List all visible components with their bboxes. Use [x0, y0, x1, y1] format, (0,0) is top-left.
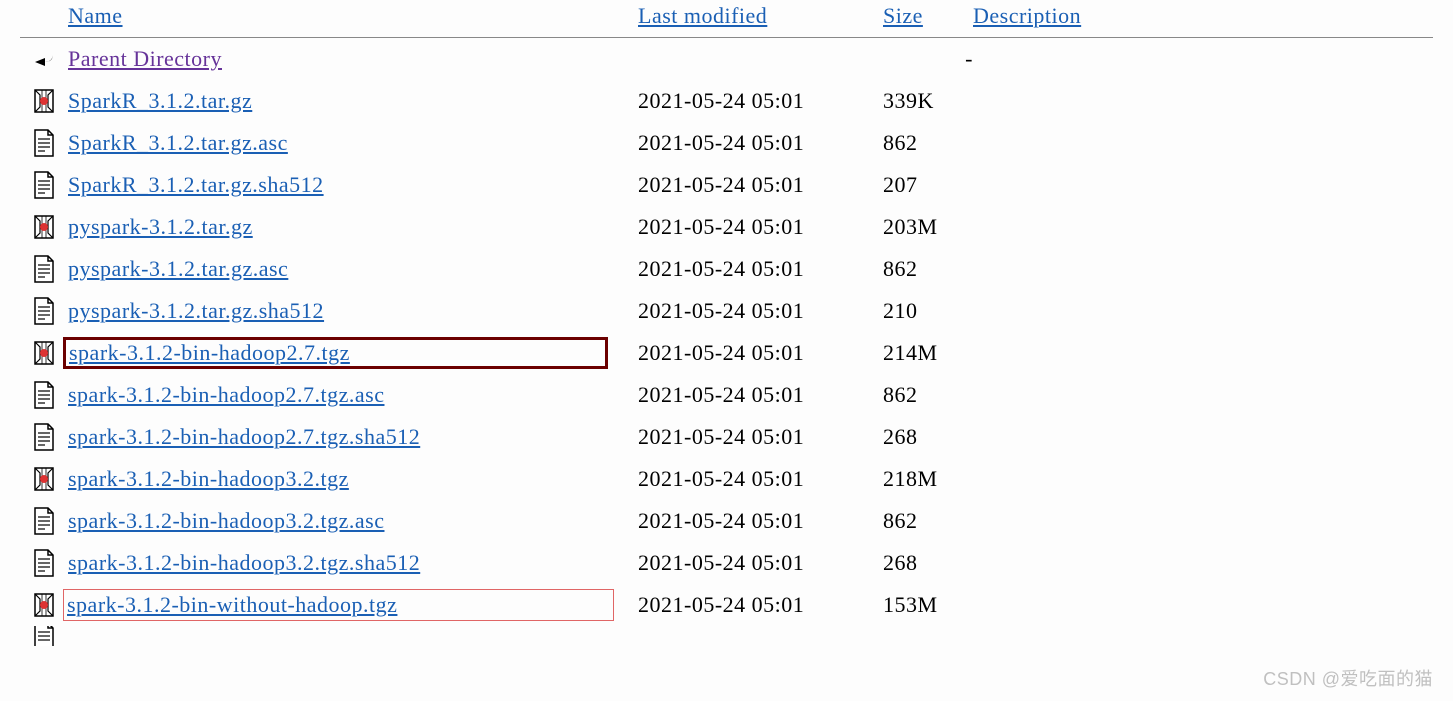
- table-row: spark-3.1.2-bin-hadoop3.2.tgz.asc 2021-05…: [20, 500, 1433, 542]
- sort-name[interactable]: Name: [68, 3, 123, 29]
- file-size: 862: [883, 508, 973, 534]
- last-modified: 2021-05-24 05:01: [638, 172, 883, 198]
- file-size: 862: [883, 382, 973, 408]
- text-icon: [20, 297, 68, 325]
- back-icon: [20, 46, 68, 72]
- last-modified: 2021-05-24 05:01: [638, 508, 883, 534]
- sort-last-modified[interactable]: Last modified: [638, 3, 767, 28]
- file-name-cell: spark-3.1.2-bin-hadoop3.2.tgz.sha512: [68, 550, 638, 576]
- text-icon: [20, 423, 68, 451]
- table-row: spark-3.1.2-bin-hadoop3.2.tgz.sha512 2021…: [20, 542, 1433, 584]
- file-name-cell: spark-3.1.2-bin-hadoop3.2.tgz: [68, 466, 638, 492]
- archive-icon: [20, 87, 68, 115]
- file-size: 214M: [883, 340, 973, 366]
- text-icon: [20, 171, 68, 199]
- last-modified: 2021-05-24 05:01: [638, 256, 883, 282]
- file-size: 203M: [883, 214, 973, 240]
- text-icon: [20, 626, 68, 646]
- file-name-cell: SparkR_3.1.2.tar.gz: [68, 88, 638, 114]
- file-size: 207: [883, 172, 973, 198]
- file-link[interactable]: spark-3.1.2-bin-without-hadoop.tgz: [67, 592, 397, 617]
- sort-size[interactable]: Size: [883, 3, 923, 28]
- file-link[interactable]: spark-3.1.2-bin-hadoop2.7.tgz.sha512: [68, 424, 420, 450]
- text-icon: [20, 549, 68, 577]
- last-modified: 2021-05-24 05:01: [638, 340, 883, 366]
- table-row: pyspark-3.1.2.tar.gz 2021-05-24 05:01203M: [20, 206, 1433, 248]
- table-row: SparkR_3.1.2.tar.gz.sha512 2021-05-24 05:…: [20, 164, 1433, 206]
- text-icon: [20, 507, 68, 535]
- file-name-cell: pyspark-3.1.2.tar.gz.asc: [68, 256, 638, 282]
- table-row: spark-3.1.2-bin-without-hadoop.tgz 2021-0…: [20, 584, 1433, 626]
- archive-icon: [20, 213, 68, 241]
- table-header: Name Last modified Size Description: [20, 0, 1433, 37]
- file-link[interactable]: SparkR_3.1.2.tar.gz.asc: [68, 130, 288, 156]
- file-name-cell: pyspark-3.1.2.tar.gz: [68, 214, 638, 240]
- text-icon: [20, 381, 68, 409]
- file-name-cell: SparkR_3.1.2.tar.gz.asc: [68, 130, 638, 156]
- file-name-cell: pyspark-3.1.2.tar.gz.sha512: [68, 298, 638, 324]
- parent-size: -: [883, 46, 1003, 72]
- last-modified: 2021-05-24 05:01: [638, 592, 883, 618]
- file-link[interactable]: spark-3.1.2-bin-hadoop3.2.tgz.sha512: [68, 550, 420, 576]
- parent-directory-row: Parent Directory -: [20, 38, 1433, 80]
- last-modified: 2021-05-24 05:01: [638, 214, 883, 240]
- file-size: 862: [883, 130, 973, 156]
- file-size: 210: [883, 298, 973, 324]
- last-modified: 2021-05-24 05:01: [638, 424, 883, 450]
- file-size: 339K: [883, 88, 973, 114]
- file-link[interactable]: pyspark-3.1.2.tar.gz: [68, 214, 253, 240]
- last-modified: 2021-05-24 05:01: [638, 88, 883, 114]
- table-row: SparkR_3.1.2.tar.gz.asc 2021-05-24 05:018…: [20, 122, 1433, 164]
- file-link[interactable]: spark-3.1.2-bin-hadoop3.2.tgz: [68, 466, 349, 492]
- sort-description[interactable]: Description: [973, 3, 1081, 28]
- last-modified: 2021-05-24 05:01: [638, 382, 883, 408]
- archive-icon: [20, 339, 68, 367]
- file-name-cell: spark-3.1.2-bin-hadoop2.7.tgz.asc: [68, 382, 638, 408]
- file-link[interactable]: SparkR_3.1.2.tar.gz.sha512: [68, 172, 324, 198]
- last-modified: 2021-05-24 05:01: [638, 466, 883, 492]
- file-link[interactable]: SparkR_3.1.2.tar.gz: [68, 88, 252, 114]
- partial-row: [20, 626, 1433, 646]
- last-modified: 2021-05-24 05:01: [638, 550, 883, 576]
- table-row: spark-3.1.2-bin-hadoop2.7.tgz 2021-05-24 …: [20, 332, 1433, 374]
- file-size: 153M: [883, 592, 973, 618]
- file-link[interactable]: spark-3.1.2-bin-hadoop3.2.tgz.asc: [68, 508, 384, 534]
- last-modified: 2021-05-24 05:01: [638, 130, 883, 156]
- parent-directory-link[interactable]: Parent Directory: [68, 46, 222, 72]
- table-row: spark-3.1.2-bin-hadoop3.2.tgz 2021-05-24 …: [20, 458, 1433, 500]
- file-size: 862: [883, 256, 973, 282]
- file-size: 268: [883, 424, 973, 450]
- file-size: 218M: [883, 466, 973, 492]
- file-name-cell: spark-3.1.2-bin-hadoop3.2.tgz.asc: [68, 508, 638, 534]
- file-name-cell: SparkR_3.1.2.tar.gz.sha512: [68, 172, 638, 198]
- file-name-cell: spark-3.1.2-bin-hadoop2.7.tgz: [68, 337, 638, 369]
- file-link[interactable]: spark-3.1.2-bin-hadoop2.7.tgz.asc: [68, 382, 384, 408]
- file-name-cell: spark-3.1.2-bin-hadoop2.7.tgz.sha512: [68, 424, 638, 450]
- watermark: CSDN @爱吃面的猫: [1263, 665, 1433, 691]
- table-row: spark-3.1.2-bin-hadoop2.7.tgz.asc 2021-05…: [20, 374, 1433, 416]
- file-link[interactable]: pyspark-3.1.2.tar.gz.asc: [68, 256, 288, 282]
- archive-icon: [20, 465, 68, 493]
- file-size: 268: [883, 550, 973, 576]
- file-link[interactable]: spark-3.1.2-bin-hadoop2.7.tgz: [69, 340, 350, 365]
- file-name-cell: spark-3.1.2-bin-without-hadoop.tgz: [68, 589, 638, 621]
- table-row: spark-3.1.2-bin-hadoop2.7.tgz.sha512 2021…: [20, 416, 1433, 458]
- text-icon: [20, 255, 68, 283]
- table-row: pyspark-3.1.2.tar.gz.sha512 2021-05-24 05…: [20, 290, 1433, 332]
- archive-icon: [20, 591, 68, 619]
- text-icon: [20, 129, 68, 157]
- last-modified: 2021-05-24 05:01: [638, 298, 883, 324]
- table-row: SparkR_3.1.2.tar.gz 2021-05-24 05:01339K: [20, 80, 1433, 122]
- file-link[interactable]: pyspark-3.1.2.tar.gz.sha512: [68, 298, 324, 324]
- table-row: pyspark-3.1.2.tar.gz.asc 2021-05-24 05:01…: [20, 248, 1433, 290]
